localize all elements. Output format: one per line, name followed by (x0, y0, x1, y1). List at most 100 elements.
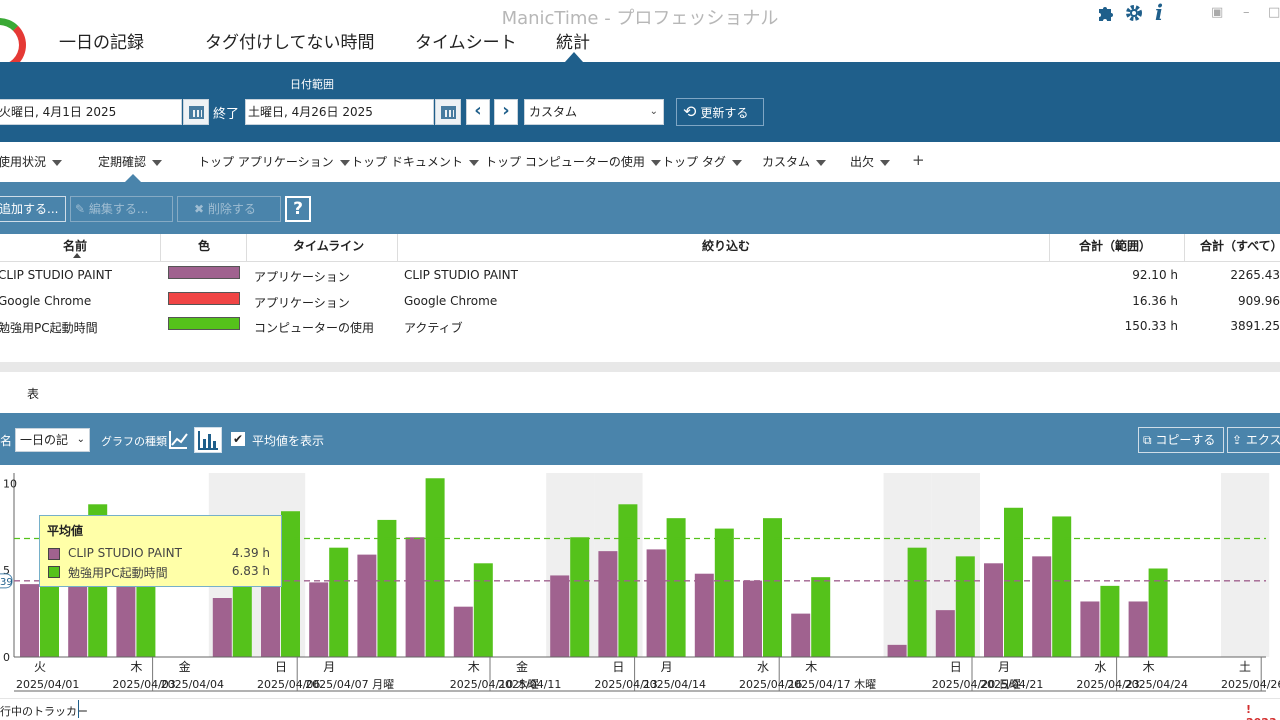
x-date-label: 2025/04/26 (1221, 678, 1280, 691)
bar-clip-studio-paint (212, 598, 232, 657)
report-tab-top-tags[interactable]: トップ タグ (662, 153, 742, 170)
restore-window-icon[interactable]: ▣ (1211, 5, 1223, 20)
column-divider (246, 234, 247, 262)
x-date-label: 2025/04/24 (1125, 678, 1188, 691)
report-tab-usage[interactable]: 使用状況 (0, 153, 63, 170)
add-report-tab-button[interactable]: + (912, 151, 925, 169)
end-date-field[interactable]: 土曜日, 4月26日 2025 (245, 99, 434, 125)
minimize-icon[interactable]: – (1243, 5, 1250, 20)
name-select[interactable]: 一日の記 ⌄ (15, 428, 90, 452)
maximize-icon[interactable]: □ (1268, 5, 1280, 20)
column-divider (160, 234, 161, 262)
bar-clip-studio-paint (550, 575, 570, 657)
tab-untagged-time[interactable]: タグ付けしてない時間 (205, 28, 375, 53)
column-header-total-range[interactable]: 合計（範囲） (1079, 237, 1151, 254)
row-3-color-swatch[interactable] (168, 317, 240, 330)
name-label: 名 (0, 434, 13, 448)
bar-pc-startup-time (281, 511, 300, 657)
tooltip-swatch (48, 548, 60, 560)
row-3-timeline: コンピューターの使用 (254, 321, 375, 335)
active-tab-indicator (565, 52, 583, 62)
next-range-button[interactable]: › (494, 99, 518, 125)
bar-pc-startup-time (329, 547, 349, 657)
row-2-color-swatch[interactable] (168, 292, 240, 305)
row-3-total-range: 150.33 h (1124, 319, 1178, 333)
pencil-icon: ✎ (75, 202, 89, 216)
copy-button[interactable]: ⧉ コピーする (1138, 427, 1224, 453)
edit-button[interactable]: ✎ 編集する... (70, 196, 173, 222)
x-weekday-label: 金 (516, 659, 528, 674)
column-header-total-all[interactable]: 合計（すべて） (1200, 237, 1280, 254)
settings-gear-icon[interactable] (1124, 3, 1144, 28)
copy-icon: ⧉ (1143, 433, 1156, 447)
line-chart-button[interactable] (166, 428, 190, 452)
column-header-color[interactable]: 色 (198, 237, 210, 254)
tab-timesheet[interactable]: タイムシート (415, 28, 517, 53)
chevron-down-icon (468, 159, 479, 166)
show-average-checkbox[interactable]: ✔ (231, 432, 245, 446)
report-tab-attendance[interactable]: 出欠 (850, 153, 891, 170)
help-button[interactable]: ? (285, 196, 311, 222)
status-alert[interactable]: ! 2023 (1246, 703, 1280, 720)
x-weekday-label: 水 (757, 660, 769, 674)
bar-pc-startup-time (811, 577, 831, 657)
refresh-label: 更新する (700, 106, 749, 120)
row-1-name[interactable]: CLIP STUDIO PAINT (0, 268, 112, 282)
column-divider (1184, 234, 1185, 262)
bar-clip-studio-paint (935, 610, 955, 657)
delete-x-icon: ✖ (194, 202, 208, 216)
export-button[interactable]: ⇪ エクス (1227, 427, 1280, 453)
row-3-name[interactable]: 勉強用PC起動時間 (0, 319, 98, 336)
bar-pc-startup-time (377, 519, 397, 657)
bar-pc-startup-time (714, 528, 734, 657)
delete-button[interactable]: ✖ 削除する (177, 196, 281, 222)
report-tab-top-documents[interactable]: トップ ドキュメント (351, 153, 479, 170)
end-calendar-button[interactable] (435, 99, 461, 125)
column-header-filter[interactable]: 絞り込む (702, 237, 750, 254)
info-icon[interactable]: i (1155, 0, 1163, 25)
start-date-field[interactable]: 火曜日, 4月1日 2025 (0, 99, 182, 125)
row-1-color-swatch[interactable] (168, 266, 240, 279)
report-tab-top-computer-usage[interactable]: トップ コンピューターの使用 (485, 153, 661, 170)
bar-clip-studio-paint (405, 537, 425, 657)
end-date-label: 終了 (213, 107, 240, 122)
row-1-timeline: アプリケーション (254, 270, 350, 284)
average-marker-label: 39 (0, 577, 13, 588)
row-1-filter: CLIP STUDIO PAINT (404, 268, 518, 282)
report-tab-custom[interactable]: カスタム (762, 153, 827, 170)
tab-daily-record[interactable]: 一日の記録 (59, 28, 144, 53)
chart-toolbar (0, 413, 1280, 465)
column-header-timeline[interactable]: タイムライン (293, 237, 364, 254)
range-preset-value: カスタム (529, 105, 578, 119)
range-preset-select[interactable]: カスタム ⌄ (524, 99, 664, 125)
x-weekday-label: 月 (661, 660, 673, 674)
chevron-down-icon (339, 159, 350, 166)
tab-statistics[interactable]: 統計 (556, 28, 590, 53)
start-calendar-button[interactable] (183, 99, 209, 125)
bar-pc-startup-time (1100, 585, 1120, 657)
refresh-button[interactable]: ⟲ 更新する (676, 98, 764, 126)
report-tab-top-apps[interactable]: トップ アプリケーション (198, 153, 350, 170)
bar-chart-button[interactable] (194, 427, 222, 453)
x-weekday-label: 水 (1094, 660, 1106, 674)
previous-range-button[interactable]: ‹ (466, 99, 490, 125)
column-header-name[interactable]: 名前 (63, 237, 87, 254)
add-button[interactable]: 追加する... (0, 196, 66, 222)
x-weekday-label: 木 (468, 660, 480, 674)
tooltip-title: 平均値 (47, 524, 84, 538)
row-2-name[interactable]: Google Chrome (0, 294, 91, 308)
graph-type-label: グラフの種類 (101, 435, 167, 448)
bar-pc-startup-time (473, 563, 493, 657)
bar-clip-studio-paint (1032, 556, 1052, 657)
running-tracker-status[interactable]: 行中のトラッカー (0, 703, 88, 719)
table-splitter[interactable] (0, 362, 1280, 372)
chevron-down-icon: ⌄ (649, 106, 658, 117)
tooltip-series-value: 6.83 h (231, 564, 270, 578)
report-tab-periodic[interactable]: 定期確認 (98, 153, 163, 170)
table-view-toggle[interactable]: 表 (27, 385, 39, 402)
bar-clip-studio-paint (743, 580, 762, 657)
bar-chart-icon (198, 431, 218, 450)
tooltip-row: 勉強用PC起動時間 6.83 h (47, 563, 274, 581)
plugin-icon[interactable] (1096, 3, 1116, 28)
status-divider (78, 700, 79, 718)
